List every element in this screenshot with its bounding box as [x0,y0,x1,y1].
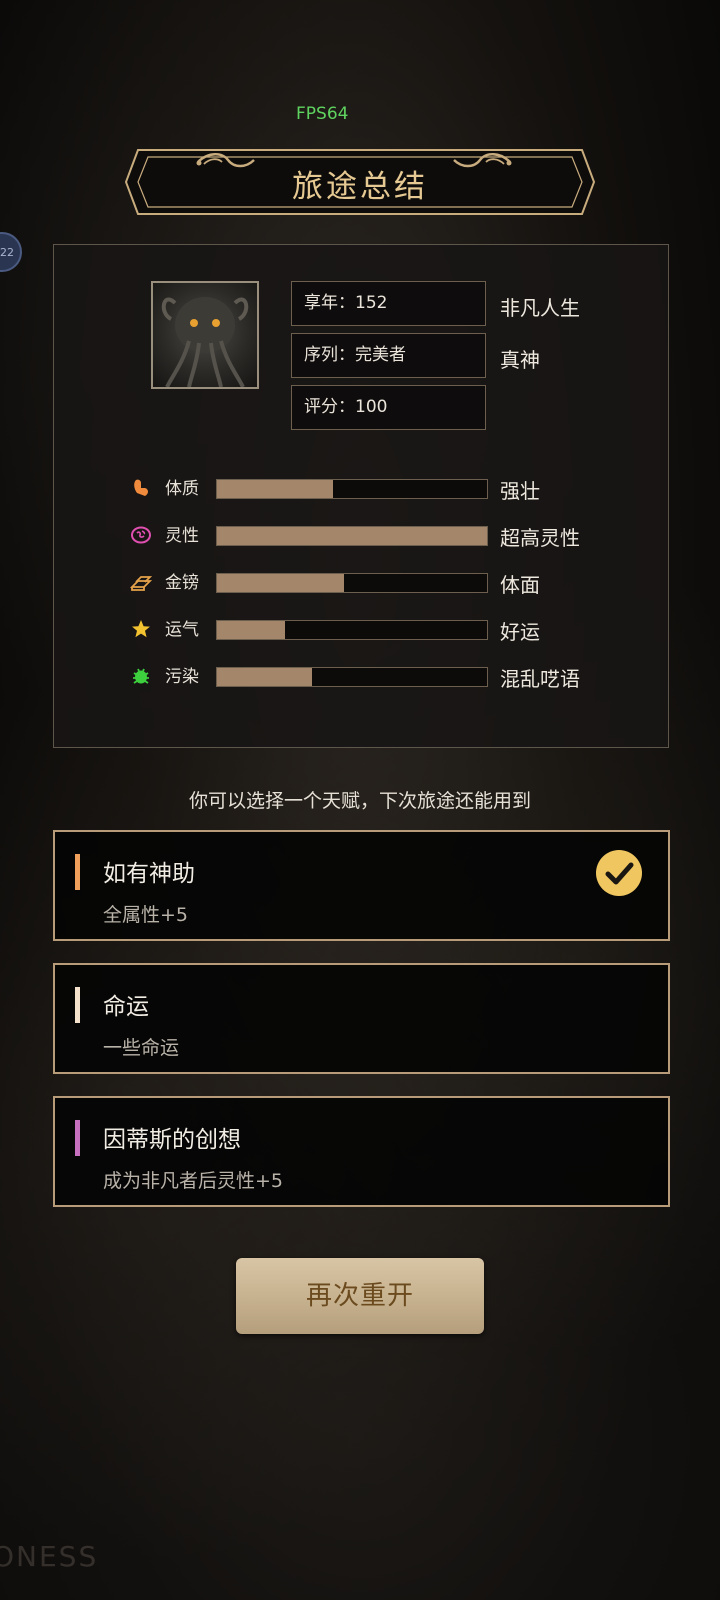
background-watermark: ONESS [0,1540,99,1573]
stat-desc: 超高灵性 [500,526,580,550]
talent-card[interactable]: 因蒂斯的创想 成为非凡者后灵性+5 [53,1096,670,1207]
talent-card-selected[interactable]: 如有神助 全属性+5 [53,830,670,941]
page-title: 旅途总结 [292,169,428,205]
age-box: 享年：152 [291,281,486,326]
stat-bar-fill [217,527,487,545]
star-icon [132,620,150,638]
stat-label: 体质 [165,479,199,499]
stat-bar [216,620,488,640]
stat-bar [216,667,488,687]
stat-label: 灵性 [165,526,199,546]
talent-title: 命运 [103,994,149,1020]
card-accent-bar [75,1120,80,1156]
sequence-tag: 真神 [500,348,540,372]
talent-desc: 一些命运 [103,1037,180,1059]
stat-bar-fill [217,621,285,639]
talent-desc: 全属性+5 [103,904,189,926]
stat-row-constitution: 体质 强壮 [130,477,600,503]
talent-title: 如有神助 [103,861,195,887]
stat-desc: 强壮 [500,479,540,503]
sequence-box: 序列：完美者 [291,333,486,378]
stat-label: 金镑 [165,573,199,593]
bug-icon [133,668,149,684]
stat-row-pollution: 污染 混乱呓语 [130,665,600,691]
talent-title: 因蒂斯的创想 [103,1127,241,1153]
talent-card[interactable]: 命运 一些命运 [53,963,670,1074]
stat-bar [216,479,488,499]
talent-desc: 成为非凡者后灵性+5 [103,1170,284,1192]
restart-button[interactable]: 再次重开 [236,1258,484,1334]
stat-desc: 体面 [500,573,540,597]
stat-bar [216,573,488,593]
stat-desc: 好运 [500,620,540,644]
fps-counter: FPS64 [296,104,349,124]
stat-bar-fill [217,480,334,498]
stat-bar-fill [217,668,312,686]
score-box: 评分：100 [291,385,486,430]
age-tag: 非凡人生 [500,296,580,320]
stat-bar [216,526,488,546]
stat-row-luck: 运气 好运 [130,618,600,644]
muscle-icon [134,479,148,496]
gold-bars-icon [130,576,152,591]
card-accent-bar [75,854,80,890]
card-accent-bar [75,987,80,1023]
talent-hint: 你可以选择一个天赋，下次旅途还能用到 [188,790,531,812]
stat-bar-fill [217,574,344,592]
character-portrait [151,281,259,389]
stat-label: 运气 [165,620,199,640]
title-banner: 旅途总结 [124,148,596,216]
stat-label: 污染 [165,667,199,687]
checkmark-icon [596,850,642,896]
stat-row-spirituality: 灵性 超高灵性 [130,524,600,550]
stat-row-money: 金镑 体面 [130,571,600,597]
stat-desc: 混乱呓语 [500,667,580,691]
brain-icon [131,526,151,544]
